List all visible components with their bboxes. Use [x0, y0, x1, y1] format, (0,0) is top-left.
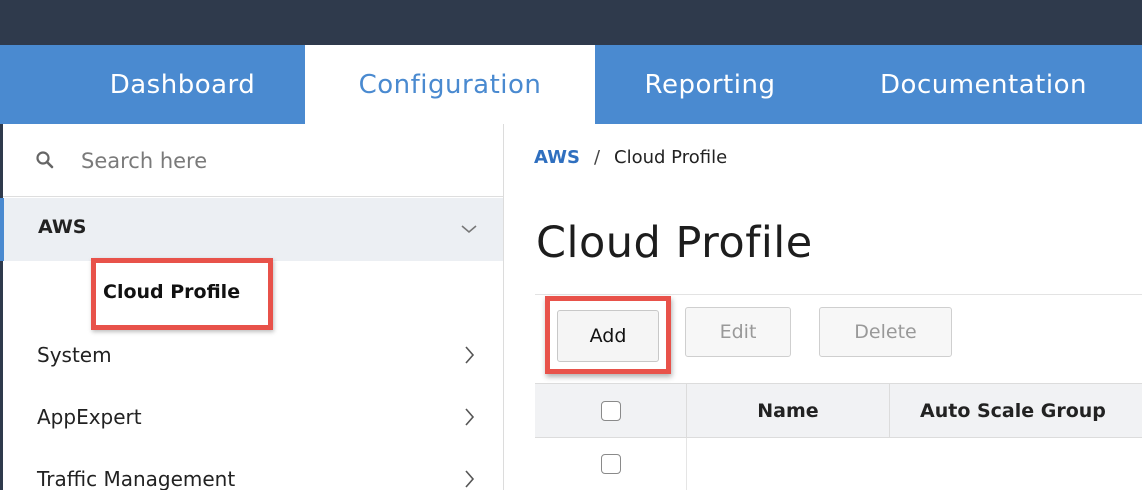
row-select-cell [535, 438, 687, 490]
chevron-right-icon [465, 470, 475, 488]
row-checkbox[interactable] [600, 454, 621, 474]
add-button[interactable]: Add [557, 310, 659, 362]
sidebar-item-label: System [37, 343, 112, 367]
tab-configuration[interactable]: Configuration [305, 45, 595, 124]
column-header-auto-scale-group[interactable]: Auto Scale Group [890, 384, 1142, 438]
sidebar-item-cloud-profile[interactable]: Cloud Profile [91, 258, 273, 330]
toolbar: Add Edit Delete [535, 294, 1142, 382]
edit-button[interactable]: Edit [685, 307, 791, 357]
search-input[interactable] [81, 144, 481, 178]
select-all-cell [535, 384, 687, 438]
sidebar-item-label: AWS [38, 216, 87, 238]
breadcrumb-current: Cloud Profile [614, 147, 728, 168]
breadcrumb: AWS / Cloud Profile [534, 147, 727, 168]
breadcrumb-separator: / [593, 147, 601, 168]
chevron-right-icon [465, 346, 475, 364]
sidebar-item-system[interactable]: System [3, 334, 503, 376]
app-header-bar [0, 0, 1142, 45]
cloud-profile-table: Name Auto Scale Group [535, 383, 1142, 490]
column-header-name[interactable]: Name [687, 384, 890, 438]
delete-button[interactable]: Delete [819, 307, 952, 357]
add-button-highlight: Add [545, 296, 671, 374]
select-all-checkbox[interactable] [600, 401, 621, 421]
sidebar-item-traffic-management[interactable]: Traffic Management [3, 458, 503, 490]
tab-documentation[interactable]: Documentation [825, 45, 1142, 124]
breadcrumb-link-aws[interactable]: AWS [534, 147, 580, 168]
main-nav: Dashboard Configuration Reporting Docume… [0, 45, 1142, 124]
sidebar-search [3, 124, 503, 197]
tab-reporting[interactable]: Reporting [595, 45, 825, 124]
sidebar: AWS Cloud Profile System AppExpert Traff… [0, 124, 504, 490]
chevron-right-icon [465, 408, 475, 426]
sidebar-item-appexpert[interactable]: AppExpert [3, 396, 503, 438]
tab-dashboard[interactable]: Dashboard [60, 45, 305, 124]
table-row [535, 438, 1142, 490]
chevron-down-icon [461, 225, 477, 234]
page-title: Cloud Profile [536, 218, 813, 268]
sidebar-item-label: Traffic Management [37, 467, 236, 490]
sidebar-item-label: Cloud Profile [103, 281, 241, 303]
sidebar-item-label: AppExpert [37, 405, 142, 429]
table-header: Name Auto Scale Group [535, 383, 1142, 438]
sidebar-item-aws[interactable]: AWS [0, 198, 503, 261]
search-icon [36, 151, 54, 169]
